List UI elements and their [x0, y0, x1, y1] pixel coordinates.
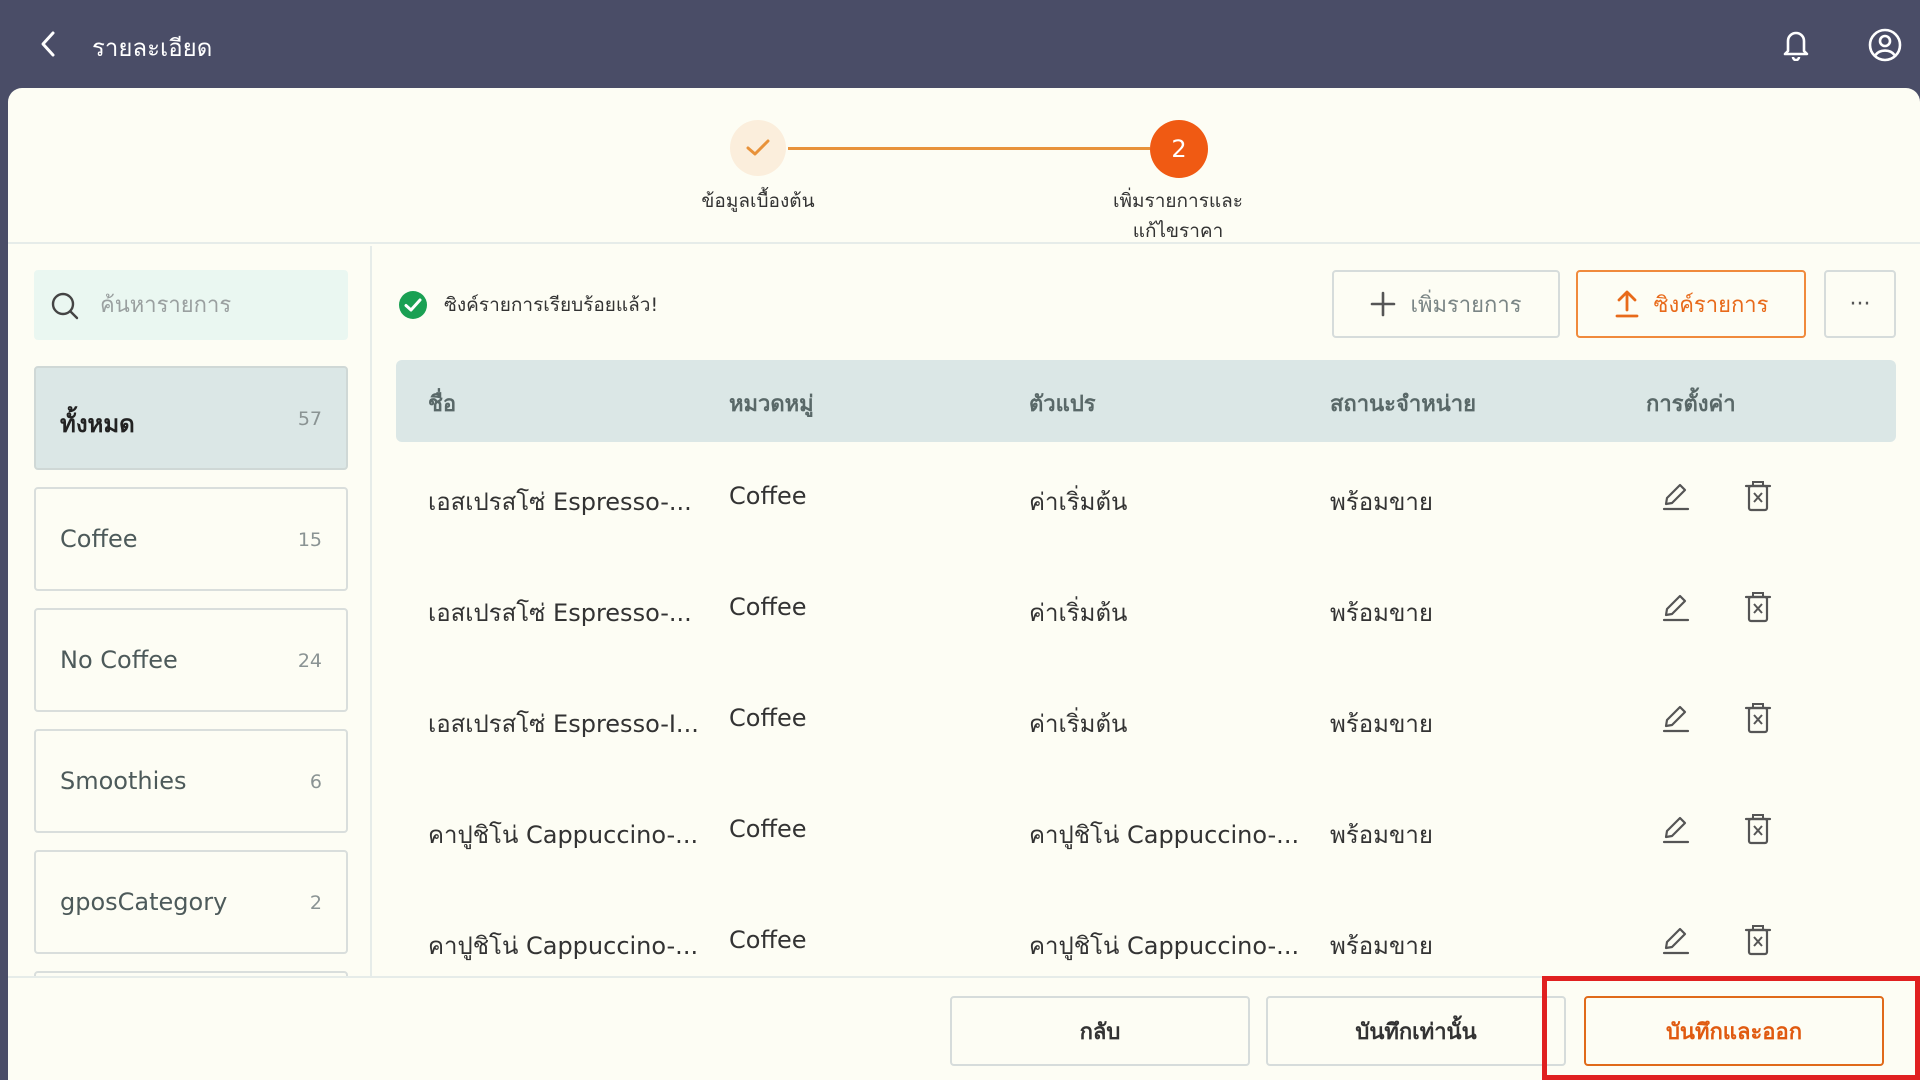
category-item-coffee[interactable]: Coffee 15 [34, 487, 348, 591]
items-table: ชื่อ หมวดหมู่ ตัวแปร สถานะจำหน่าย การตั้… [396, 360, 1896, 976]
cell-status: พร้อมขาย [1330, 599, 1433, 627]
step-2-label: เพิ่มรายการและ แก้ไขราคา [1068, 186, 1288, 246]
category-label: ทั้งหมด [60, 410, 135, 438]
top-bar: รายละเอียด [0, 0, 1920, 88]
user-circle-icon [1868, 28, 1902, 62]
delete-icon[interactable] [1740, 811, 1776, 847]
header-status: สถานะจำหน่าย [1330, 392, 1476, 417]
cell-category: Coffee [729, 926, 807, 954]
edit-icon[interactable] [1658, 700, 1694, 736]
upload-icon [1615, 290, 1638, 318]
header-name: ชื่อ [428, 392, 457, 417]
category-label: gposCategory [60, 888, 228, 916]
sync-items-button[interactable]: ซิงค์รายการ [1576, 270, 1806, 338]
step-2-label-line1: เพิ่มรายการและ [1112, 190, 1244, 212]
cell-name: คาปูชิโน่ Cappuccino-... [428, 821, 699, 849]
back-button[interactable] [28, 24, 68, 64]
edit-icon[interactable] [1658, 478, 1694, 514]
cell-variant: คาปูชิโน่ Cappuccino-... [1029, 932, 1300, 960]
more-options-button[interactable]: ··· [1824, 270, 1896, 338]
cell-variant: ค่าเริ่มต้น [1029, 599, 1128, 627]
cell-name: เอสเปรสโซ่ Espresso-... [428, 488, 692, 516]
page-title: รายละเอียด [92, 34, 213, 62]
edit-icon[interactable] [1658, 811, 1694, 847]
search-input[interactable] [100, 280, 330, 330]
cell-variant: ค่าเริ่มต้น [1029, 488, 1128, 516]
main-card: 2 ข้อมูลเบื้องต้น เพิ่มรายการและ แก้ไขรา… [8, 88, 1920, 1080]
header-settings: การตั้งค่า [1646, 392, 1736, 417]
cell-status: พร้อมขาย [1330, 710, 1433, 738]
category-count: 6 [309, 771, 322, 793]
items-panel: ซิงค์รายการเรียบร้อยแล้ว! เพิ่มรายการ ซิ… [374, 246, 1920, 976]
cell-category: Coffee [729, 482, 807, 510]
save-and-exit-button[interactable]: บันทึกและออก [1584, 996, 1884, 1066]
header-variant: ตัวแปร [1029, 392, 1096, 417]
category-label: No Coffee [60, 646, 178, 674]
category-item-no-coffee[interactable]: No Coffee 24 [34, 608, 348, 712]
edit-icon[interactable] [1658, 922, 1694, 958]
edit-icon[interactable] [1658, 589, 1694, 625]
category-label: Smoothies [60, 767, 187, 795]
header-category: หมวดหมู่ [729, 392, 814, 417]
stepper-connector [788, 147, 1150, 150]
step-1-indicator [730, 120, 786, 176]
table-row[interactable]: เอสเปรสโซ่ Espresso-... Coffee ค่าเริ่มต… [396, 553, 1896, 664]
footer-bar: กลับ บันทึกเท่านั้น บันทึกและออก [8, 976, 1920, 1080]
cell-variant: คาปูชิโน่ Cappuccino-... [1029, 821, 1300, 849]
table-row[interactable]: คาปูชิโน่ Cappuccino-... Coffee คาปูชิโน… [396, 886, 1896, 976]
table-header: ชื่อ หมวดหมู่ ตัวแปร สถานะจำหน่าย การตั้… [396, 360, 1896, 442]
notification-button[interactable] [1776, 24, 1816, 64]
step-2-indicator: 2 [1150, 120, 1208, 178]
more-icon: ··· [1849, 291, 1871, 317]
table-row[interactable]: เอสเปรสโซ่ Espresso-... Coffee ค่าเริ่มต… [396, 442, 1896, 553]
cell-name: คาปูชิโน่ Cappuccino-... [428, 932, 699, 960]
add-item-button[interactable]: เพิ่มรายการ [1332, 270, 1560, 338]
search-box [34, 270, 348, 340]
cell-variant: ค่าเริ่มต้น [1029, 710, 1128, 738]
cell-status: พร้อมขาย [1330, 932, 1433, 960]
category-item-all[interactable]: ทั้งหมด 57 [34, 366, 348, 470]
category-count: 15 [297, 529, 322, 551]
search-icon [51, 292, 79, 320]
user-profile-button[interactable] [1864, 24, 1906, 66]
category-sidebar: ทั้งหมด 57 Coffee 15 No Coffee 24 Smooth… [8, 246, 372, 976]
category-label: Coffee [60, 525, 138, 553]
back-step-button[interactable]: กลับ [950, 996, 1250, 1066]
delete-icon[interactable] [1740, 478, 1776, 514]
add-item-label: เพิ่มรายการ [1410, 292, 1522, 318]
cell-name: เอสเปรสโซ่ Espresso-I... [428, 710, 699, 738]
category-count: 57 [297, 408, 322, 430]
cell-category: Coffee [729, 593, 807, 621]
sync-message-text: ซิงค์รายการเรียบร้อยแล้ว! [444, 294, 659, 316]
table-row[interactable]: เอสเปรสโซ่ Espresso-I... Coffee ค่าเริ่ม… [396, 664, 1896, 775]
delete-icon[interactable] [1740, 922, 1776, 958]
cell-status: พร้อมขาย [1330, 821, 1433, 849]
sync-items-label: ซิงค์รายการ [1653, 292, 1769, 318]
bell-icon [1783, 31, 1809, 61]
check-circle-icon [399, 291, 427, 319]
cell-name: เอสเปรสโซ่ Espresso-... [428, 599, 692, 627]
save-only-button[interactable]: บันทึกเท่านั้น [1266, 996, 1566, 1066]
category-count: 2 [309, 892, 322, 914]
cell-status: พร้อมขาย [1330, 488, 1433, 516]
cell-category: Coffee [729, 815, 807, 843]
plus-icon [1371, 291, 1396, 317]
chevron-left-icon [41, 31, 55, 57]
cell-category: Coffee [729, 704, 807, 732]
category-count: 24 [297, 650, 322, 672]
category-item-gposcategory[interactable]: gposCategory 2 [34, 850, 348, 954]
delete-icon[interactable] [1740, 589, 1776, 625]
stepper: 2 ข้อมูลเบื้องต้น เพิ่มรายการและ แก้ไขรา… [8, 88, 1920, 244]
check-icon [746, 139, 770, 156]
table-row[interactable]: คาปูชิโน่ Cappuccino-... Coffee คาปูชิโน… [396, 775, 1896, 886]
category-item-smoothies[interactable]: Smoothies 6 [34, 729, 348, 833]
sync-success-message: ซิงค์รายการเรียบร้อยแล้ว! [398, 290, 658, 320]
delete-icon[interactable] [1740, 700, 1776, 736]
step-2-label-line2: แก้ไขราคา [1132, 220, 1224, 242]
step-1-label: ข้อมูลเบื้องต้น [701, 190, 815, 212]
